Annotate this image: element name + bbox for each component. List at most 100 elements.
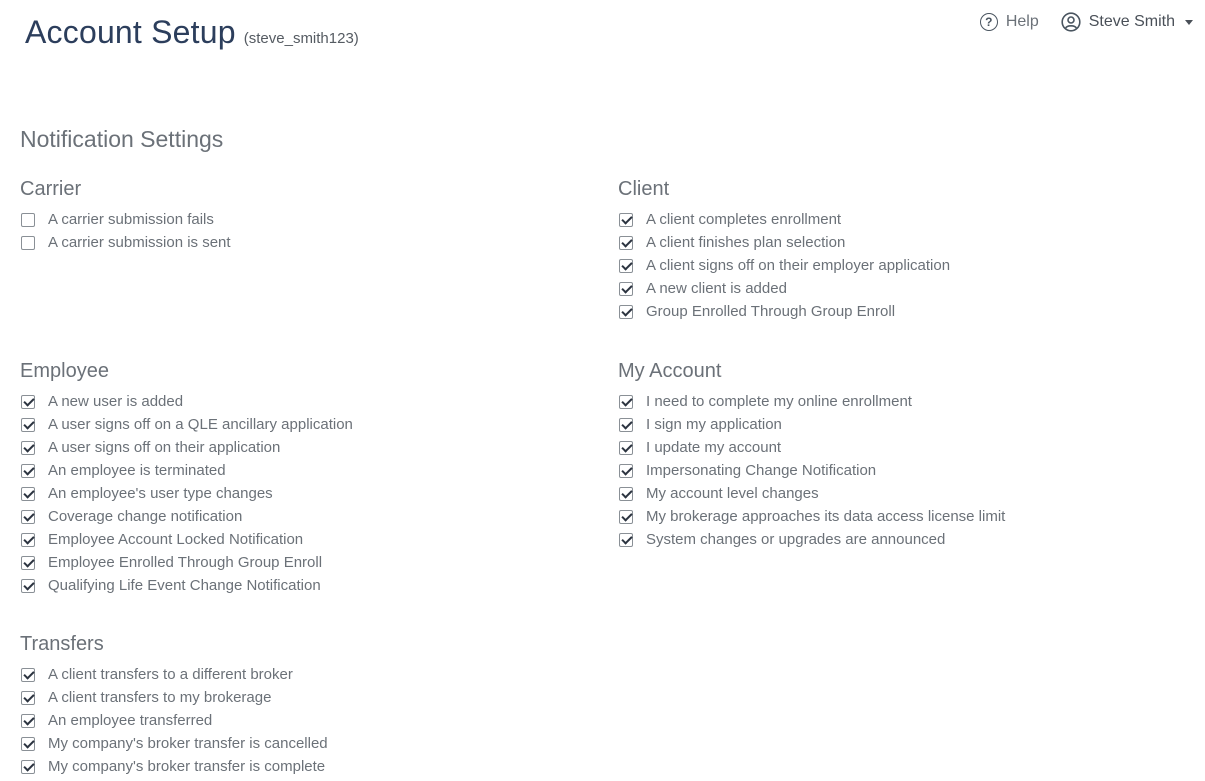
- checkbox-icon[interactable]: [21, 555, 35, 570]
- checkbox-icon[interactable]: [21, 440, 35, 455]
- checkbox-icon[interactable]: [619, 509, 633, 524]
- notification-option[interactable]: An employee is terminated: [20, 459, 353, 482]
- checkbox-icon[interactable]: [619, 235, 633, 250]
- notification-option-label: A carrier submission is sent: [48, 234, 231, 251]
- checkbox-icon[interactable]: [21, 759, 35, 774]
- notification-option[interactable]: A new client is added: [618, 277, 950, 300]
- user-name: Steve Smith: [1088, 13, 1175, 30]
- notification-option[interactable]: An employee's user type changes: [20, 482, 353, 505]
- carrier-heading: Carrier: [20, 178, 82, 200]
- carrier-group: Carrier A carrier submission fails A carr…: [20, 177, 231, 254]
- notification-option-label: An employee is terminated: [48, 462, 226, 479]
- notification-option[interactable]: I sign my application: [618, 413, 1005, 436]
- notification-option[interactable]: A user signs off on their application: [20, 436, 353, 459]
- notification-option[interactable]: My company's broker transfer is cancelle…: [20, 732, 328, 755]
- notification-option-label: A new user is added: [48, 393, 184, 410]
- notification-option-label: An employee transferred: [48, 712, 213, 729]
- notification-option[interactable]: A user signs off on a QLE ancillary appl…: [20, 413, 353, 436]
- notification-option[interactable]: My account level changes: [618, 482, 1005, 505]
- page-header: Account Setup (steve_smith123): [25, 14, 359, 51]
- top-nav: ? Help Steve Smith: [979, 12, 1193, 32]
- checkbox-icon[interactable]: [21, 212, 35, 227]
- checkbox-icon[interactable]: [619, 532, 633, 547]
- notification-option[interactable]: A new user is added: [20, 390, 353, 413]
- transfers-heading: Transfers: [20, 633, 104, 655]
- notification-option[interactable]: A carrier submission fails: [20, 208, 231, 231]
- page-title: Account Setup: [25, 14, 236, 50]
- notification-option-label: System changes or upgrades are announced: [646, 531, 946, 548]
- notification-option[interactable]: My company's broker transfer is complete: [20, 755, 328, 778]
- notification-settings-title: Notification Settings: [20, 126, 224, 152]
- notification-option[interactable]: Employee Enrolled Through Group Enroll: [20, 551, 353, 574]
- checkbox-icon[interactable]: [21, 486, 35, 501]
- notification-option-label: A user signs off on a QLE ancillary appl…: [48, 416, 353, 433]
- notification-option[interactable]: A client completes enrollment: [618, 208, 950, 231]
- notification-option[interactable]: Coverage change notification: [20, 505, 353, 528]
- user-circle-icon: [1061, 12, 1081, 32]
- notification-option-label: My company's broker transfer is complete: [48, 758, 326, 775]
- notification-option-label: I sign my application: [646, 416, 782, 433]
- checkbox-icon[interactable]: [619, 281, 633, 296]
- notification-option[interactable]: System changes or upgrades are announced: [618, 528, 1005, 551]
- account-username: (steve_smith123): [243, 30, 359, 47]
- notification-option-label: A carrier submission fails: [48, 211, 214, 228]
- checkbox-icon[interactable]: [21, 417, 35, 432]
- notification-option-label: My account level changes: [646, 485, 819, 502]
- transfers-group: Transfers A client transfers to a differ…: [20, 632, 328, 778]
- help-label: Help: [1005, 13, 1039, 30]
- checkbox-icon[interactable]: [21, 235, 35, 250]
- notification-option-label: I update my account: [646, 439, 782, 456]
- notification-option[interactable]: Employee Account Locked Notification: [20, 528, 353, 551]
- checkbox-icon[interactable]: [21, 394, 35, 409]
- notification-option-label: Employee Account Locked Notification: [48, 531, 304, 548]
- notification-option[interactable]: A client transfers to a different broker: [20, 663, 328, 686]
- checkbox-icon[interactable]: [619, 304, 633, 319]
- help-link[interactable]: ? Help: [979, 13, 1039, 31]
- notification-option[interactable]: An employee transferred: [20, 709, 328, 732]
- notification-option[interactable]: Qualifying Life Event Change Notificatio…: [20, 574, 353, 597]
- question-circle-icon: ?: [979, 13, 998, 31]
- checkbox-icon[interactable]: [619, 463, 633, 478]
- notification-option[interactable]: Impersonating Change Notification: [618, 459, 1005, 482]
- user-menu-dropdown[interactable]: Steve Smith: [1061, 12, 1193, 32]
- checkbox-icon[interactable]: [619, 486, 633, 501]
- employee-checklist: A new user is added A user signs off on a…: [20, 390, 353, 597]
- notification-option[interactable]: Group Enrolled Through Group Enroll: [618, 300, 950, 323]
- notification-option-label: Coverage change notification: [48, 508, 243, 525]
- notification-option-label: Qualifying Life Event Change Notificatio…: [48, 577, 321, 594]
- notification-option[interactable]: I need to complete my online enrollment: [618, 390, 1005, 413]
- notification-option-label: A client finishes plan selection: [646, 234, 846, 251]
- checkbox-icon[interactable]: [619, 212, 633, 227]
- employee-group: Employee A new user is added A user signs…: [20, 359, 353, 597]
- notification-option-label: I need to complete my online enrollment: [646, 393, 912, 410]
- notification-option[interactable]: A client transfers to my brokerage: [20, 686, 328, 709]
- checkbox-icon[interactable]: [619, 394, 633, 409]
- notification-option[interactable]: A client signs off on their employer app…: [618, 254, 950, 277]
- notification-option-label: Impersonating Change Notification: [646, 462, 877, 479]
- checkbox-icon[interactable]: [21, 578, 35, 593]
- notification-option-label: A client completes enrollment: [646, 211, 842, 228]
- notification-option-label: An employee's user type changes: [48, 485, 273, 502]
- checkbox-icon[interactable]: [21, 713, 35, 728]
- caret-down-icon: [1185, 19, 1193, 25]
- notification-option[interactable]: A client finishes plan selection: [618, 231, 950, 254]
- carrier-checklist: A carrier submission fails A carrier subm…: [20, 208, 231, 254]
- checkbox-icon[interactable]: [21, 690, 35, 705]
- checkbox-icon[interactable]: [21, 509, 35, 524]
- checkbox-icon[interactable]: [619, 258, 633, 273]
- my-account-heading: My Account: [618, 360, 722, 382]
- checkbox-icon[interactable]: [21, 463, 35, 478]
- checkbox-icon[interactable]: [21, 736, 35, 751]
- checkbox-icon[interactable]: [21, 667, 35, 682]
- notification-option[interactable]: I update my account: [618, 436, 1005, 459]
- checkbox-icon[interactable]: [21, 532, 35, 547]
- transfers-checklist: A client transfers to a different broker…: [20, 663, 328, 778]
- checkbox-icon[interactable]: [619, 440, 633, 455]
- notification-option[interactable]: My brokerage approaches its data access …: [618, 505, 1005, 528]
- notification-option-label: My brokerage approaches its data access …: [646, 508, 1006, 525]
- client-group: Client A client completes enrollment A cl…: [618, 177, 950, 323]
- notification-option-label: Group Enrolled Through Group Enroll: [646, 303, 896, 320]
- my-account-checklist: I need to complete my online enrollment I…: [618, 390, 1005, 551]
- checkbox-icon[interactable]: [619, 417, 633, 432]
- notification-option[interactable]: A carrier submission is sent: [20, 231, 231, 254]
